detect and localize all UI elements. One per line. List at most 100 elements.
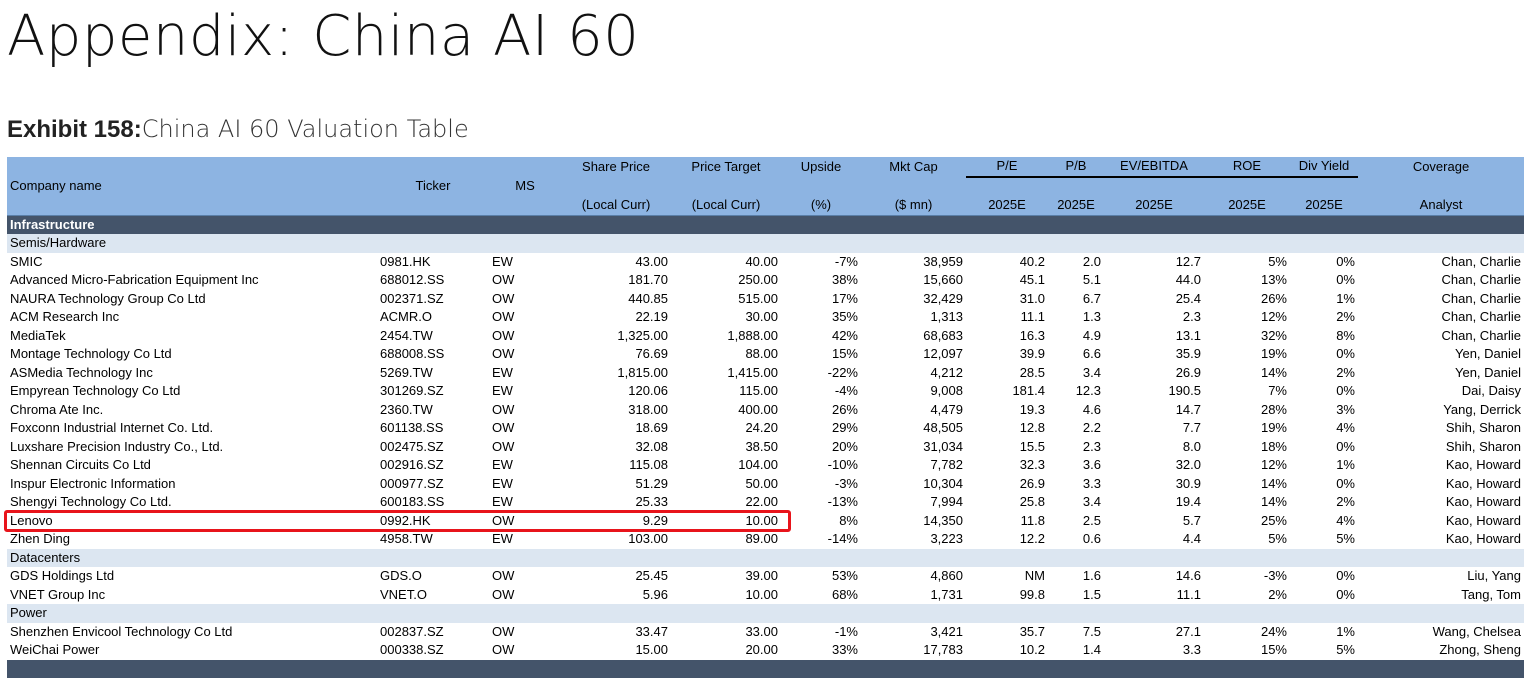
cell-div-yield: 0% bbox=[1290, 567, 1358, 586]
cell-price-target: 10.00 bbox=[671, 586, 781, 605]
cell-pb: 3.6 bbox=[1048, 456, 1104, 475]
group-row: Power bbox=[7, 604, 1524, 623]
cell-pe: 25.8 bbox=[966, 493, 1048, 512]
cell-company: Shengyi Technology Co Ltd. bbox=[7, 493, 377, 512]
group-label: Datacenters bbox=[7, 549, 1524, 568]
cell-pe: 12.2 bbox=[966, 530, 1048, 549]
cell-analyst: Chan, Charlie bbox=[1358, 327, 1524, 346]
cell-roe: 19% bbox=[1204, 345, 1290, 364]
cell-ms: EW bbox=[489, 253, 561, 272]
cell-roe: -3% bbox=[1204, 567, 1290, 586]
cell-analyst: Yen, Daniel bbox=[1358, 345, 1524, 364]
table-row: Luxshare Precision Industry Co., Ltd.002… bbox=[7, 438, 1524, 457]
cell-analyst: Yen, Daniel bbox=[1358, 364, 1524, 383]
header-share-price: Share Price bbox=[561, 157, 671, 177]
cell-ev-ebitda: 44.0 bbox=[1104, 271, 1204, 290]
cell-company: Foxconn Industrial Internet Co. Ltd. bbox=[7, 419, 377, 438]
cell-price-target: 250.00 bbox=[671, 271, 781, 290]
cell-ticker: 600183.SS bbox=[377, 493, 489, 512]
cell-div-yield: 0% bbox=[1290, 345, 1358, 364]
cell-price-target: 400.00 bbox=[671, 401, 781, 420]
cell-upside: 35% bbox=[781, 308, 861, 327]
cell-company: NAURA Technology Group Co Ltd bbox=[7, 290, 377, 309]
cell-pb: 3.3 bbox=[1048, 475, 1104, 494]
header-ticker: Ticker bbox=[377, 177, 489, 197]
cell-pe: 99.8 bbox=[966, 586, 1048, 605]
cell-upside: 38% bbox=[781, 271, 861, 290]
cell-ticker: ACMR.O bbox=[377, 308, 489, 327]
valuation-table: Share Price Price Target Upside Mkt Cap … bbox=[7, 157, 1524, 678]
table-row: Zhen Ding4958.TWEW103.0089.00-14%3,22312… bbox=[7, 530, 1524, 549]
cell-company: Luxshare Precision Industry Co., Ltd. bbox=[7, 438, 377, 457]
cell-company: Lenovo bbox=[7, 512, 377, 531]
cell-analyst: Chan, Charlie bbox=[1358, 253, 1524, 272]
cell-price-target: 1,888.00 bbox=[671, 327, 781, 346]
header-upside: Upside bbox=[781, 157, 861, 177]
cell-pe: 16.3 bbox=[966, 327, 1048, 346]
cell-share-price: 5.96 bbox=[561, 586, 671, 605]
cell-price-target: 30.00 bbox=[671, 308, 781, 327]
cell-roe: 25% bbox=[1204, 512, 1290, 531]
cell-price-target: 115.00 bbox=[671, 382, 781, 401]
cell-ticker: 000338.SZ bbox=[377, 641, 489, 660]
cell-pb: 2.0 bbox=[1048, 253, 1104, 272]
cell-upside: -3% bbox=[781, 475, 861, 494]
cell-analyst: Chan, Charlie bbox=[1358, 271, 1524, 290]
cell-pb: 1.4 bbox=[1048, 641, 1104, 660]
cell-ticker: 002371.SZ bbox=[377, 290, 489, 309]
cell-analyst: Tang, Tom bbox=[1358, 586, 1524, 605]
section-row: Infrastructure bbox=[7, 215, 1524, 234]
cell-ticker: 5269.TW bbox=[377, 364, 489, 383]
cell-upside: 17% bbox=[781, 290, 861, 309]
cell-price-target: 10.00 bbox=[671, 512, 781, 531]
cell-price-target: 50.00 bbox=[671, 475, 781, 494]
cell-mkt-cap: 9,008 bbox=[861, 382, 966, 401]
cell-upside: 33% bbox=[781, 641, 861, 660]
cell-mkt-cap: 32,429 bbox=[861, 290, 966, 309]
cell-share-price: 1,815.00 bbox=[561, 364, 671, 383]
cell-ev-ebitda: 26.9 bbox=[1104, 364, 1204, 383]
cell-mkt-cap: 3,421 bbox=[861, 623, 966, 642]
cell-pe: 32.3 bbox=[966, 456, 1048, 475]
cell-mkt-cap: 68,683 bbox=[861, 327, 966, 346]
table-row: ACM Research IncACMR.OOW22.1930.0035%1,3… bbox=[7, 308, 1524, 327]
cell-div-yield: 5% bbox=[1290, 530, 1358, 549]
cell-pb: 2.3 bbox=[1048, 438, 1104, 457]
cell-div-yield: 4% bbox=[1290, 512, 1358, 531]
cell-price-target: 20.00 bbox=[671, 641, 781, 660]
cell-mkt-cap: 4,479 bbox=[861, 401, 966, 420]
cell-upside: -1% bbox=[781, 623, 861, 642]
cell-price-target: 1,415.00 bbox=[671, 364, 781, 383]
cell-pe: 39.9 bbox=[966, 345, 1048, 364]
cell-pe: 26.9 bbox=[966, 475, 1048, 494]
cell-roe: 14% bbox=[1204, 364, 1290, 383]
cell-company: MediaTek bbox=[7, 327, 377, 346]
cell-share-price: 181.70 bbox=[561, 271, 671, 290]
cell-ev-ebitda: 32.0 bbox=[1104, 456, 1204, 475]
cell-ticker: 2454.TW bbox=[377, 327, 489, 346]
cell-ticker: 000977.SZ bbox=[377, 475, 489, 494]
table-row: Chroma Ate Inc.2360.TWOW318.00400.0026%4… bbox=[7, 401, 1524, 420]
cell-pe: 15.5 bbox=[966, 438, 1048, 457]
cell-pe: 35.7 bbox=[966, 623, 1048, 642]
cell-share-price: 9.29 bbox=[561, 512, 671, 531]
cell-pb: 4.6 bbox=[1048, 401, 1104, 420]
cell-share-price: 318.00 bbox=[561, 401, 671, 420]
cell-ms: EW bbox=[489, 456, 561, 475]
cell-ev-ebitda: 3.3 bbox=[1104, 641, 1204, 660]
table-row: NAURA Technology Group Co Ltd002371.SZOW… bbox=[7, 290, 1524, 309]
cell-price-target: 88.00 bbox=[671, 345, 781, 364]
cell-ev-ebitda: 19.4 bbox=[1104, 493, 1204, 512]
cell-ev-ebitda: 7.7 bbox=[1104, 419, 1204, 438]
cell-company: ASMedia Technology Inc bbox=[7, 364, 377, 383]
cell-analyst: Kao, Howard bbox=[1358, 475, 1524, 494]
cell-analyst: Chan, Charlie bbox=[1358, 308, 1524, 327]
cell-pb: 3.4 bbox=[1048, 493, 1104, 512]
cell-company: Chroma Ate Inc. bbox=[7, 401, 377, 420]
cell-roe: 12% bbox=[1204, 456, 1290, 475]
cell-pe: 40.2 bbox=[966, 253, 1048, 272]
table-row: Lenovo0992.HKOW9.2910.008%14,35011.82.55… bbox=[7, 512, 1524, 531]
cell-price-target: 24.20 bbox=[671, 419, 781, 438]
section-label: Infrastructure bbox=[7, 215, 1524, 234]
cell-mkt-cap: 4,860 bbox=[861, 567, 966, 586]
